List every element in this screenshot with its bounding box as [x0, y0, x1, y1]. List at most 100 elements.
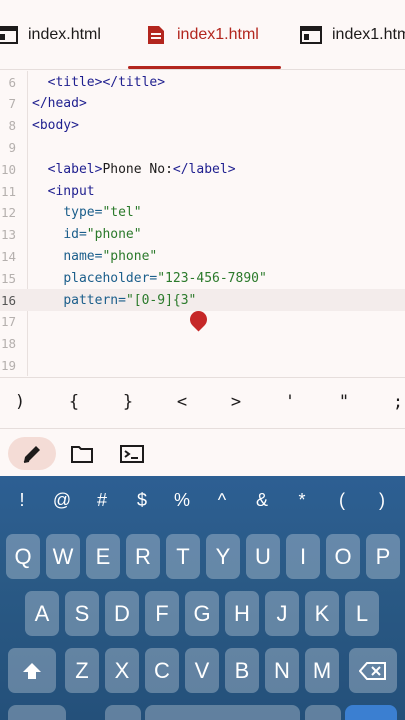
backspace-key[interactable] [349, 648, 397, 693]
tab-index1-html-active[interactable]: index1.html [145, 0, 259, 69]
key-z[interactable]: Z [65, 648, 99, 693]
code-line[interactable]: 13 id="phone" [0, 224, 405, 246]
enter-key[interactable] [345, 705, 397, 720]
edit-tool-button[interactable] [8, 437, 56, 470]
code-line[interactable]: 18 [0, 333, 405, 355]
symbol-key[interactable]: < [170, 392, 194, 412]
space-key[interactable] [145, 705, 300, 720]
line-number: 7 [8, 96, 16, 112]
code-text: id="phone" [32, 227, 141, 243]
code-line[interactable]: 7 </head> [0, 93, 405, 115]
key-y[interactable]: Y [206, 534, 240, 579]
pencil-icon [23, 445, 40, 463]
code-text: <input [32, 184, 95, 199]
key-d[interactable]: D [105, 591, 139, 636]
tab-label: index1.html [332, 26, 405, 43]
code-line[interactable]: 14 name="phone" [0, 245, 405, 267]
keyboard-symbol-key[interactable]: ^ [206, 490, 238, 511]
code-line[interactable]: 15 placeholder="123-456-7890" [0, 267, 405, 289]
code-text: placeholder="123-456-7890" [32, 271, 267, 286]
keyboard-symbol-key[interactable]: ! [6, 490, 38, 511]
code-text: <body> [32, 118, 79, 133]
keyboard-symbol-key[interactable]: ( [326, 490, 358, 511]
terminal-tool-button[interactable] [108, 437, 156, 470]
key-f[interactable]: F [145, 591, 179, 636]
symbol-key[interactable]: { [62, 392, 86, 412]
keyboard-symbol-key[interactable]: * [286, 490, 318, 511]
key-t[interactable]: T [166, 534, 200, 579]
key-x[interactable]: X [105, 648, 139, 693]
symbol-key[interactable]: ' [278, 392, 302, 412]
keyboard-symbol-key[interactable]: $ [126, 490, 158, 511]
shift-arrow-icon [23, 662, 41, 679]
code-line[interactable]: 12 type="tel" [0, 202, 405, 224]
key-j[interactable]: J [265, 591, 299, 636]
key-l[interactable]: L [345, 591, 379, 636]
key-e[interactable]: E [86, 534, 120, 579]
code-token: name= [63, 248, 103, 264]
shift-key[interactable] [8, 648, 56, 693]
code-token: id= [63, 227, 87, 243]
code-token: <input [47, 183, 95, 199]
folder-icon [71, 445, 93, 463]
key-c[interactable]: C [145, 648, 179, 693]
files-tool-button[interactable] [58, 437, 106, 470]
key-r[interactable]: R [126, 534, 160, 579]
keyboard-symbol-key[interactable]: @ [46, 490, 78, 511]
key-w[interactable]: W [46, 534, 80, 579]
line-number: 15 [0, 270, 16, 286]
key-q[interactable]: Q [6, 534, 40, 579]
code-token: placeholder= [63, 270, 158, 286]
code-token: "123-456-7890" [157, 270, 267, 286]
key-n[interactable]: N [265, 648, 299, 693]
code-token: </label> [172, 161, 236, 177]
key-o[interactable]: O [326, 534, 360, 579]
symbol-key[interactable]: > [224, 392, 248, 412]
code-text: <label>Phone No:</label> [32, 162, 236, 177]
keyboard-symbol-key[interactable]: & [246, 490, 278, 511]
active-tab-indicator [128, 66, 281, 69]
keyboard-symbol-key[interactable]: % [166, 490, 198, 511]
symbol-key[interactable]: ) [8, 392, 32, 412]
file-tab-bar: index.html index1.html index1.html [0, 0, 405, 70]
key-k[interactable]: K [305, 591, 339, 636]
code-line[interactable]: 10 <label>Phone No:</label> [0, 158, 405, 180]
key-v[interactable]: V [185, 648, 219, 693]
line-number: 8 [8, 118, 16, 134]
code-token: type= [63, 205, 103, 221]
key-m[interactable]: M [305, 648, 339, 693]
code-editor[interactable]: 6 <title></title> 7 </head> 8 <body> 9 10 <lab… [0, 71, 405, 376]
key-p[interactable]: P [366, 534, 400, 579]
key-s[interactable]: S [65, 591, 99, 636]
code-line[interactable]: 16 pattern="[0-9]{3" [0, 289, 405, 311]
code-token: <title></title> [47, 74, 166, 90]
code-line[interactable]: 9 [0, 136, 405, 158]
code-token: pattern= [63, 292, 126, 308]
tab-index-html[interactable]: index.html [0, 0, 101, 69]
code-line[interactable]: 11 <input [0, 180, 405, 202]
code-line[interactable]: 19 [0, 354, 405, 376]
code-line[interactable]: 8 <body> [0, 115, 405, 137]
key-i[interactable]: I [286, 534, 320, 579]
code-line[interactable]: 6 <title></title> [0, 71, 405, 93]
key-a[interactable]: A [25, 591, 59, 636]
key-h[interactable]: H [225, 591, 259, 636]
period-key[interactable] [305, 705, 341, 720]
window-icon [300, 26, 322, 44]
symbols-switch-key[interactable] [8, 705, 66, 720]
keyboard-symbol-key[interactable]: ) [366, 490, 398, 511]
symbol-key[interactable]: " [332, 392, 356, 412]
symbol-key[interactable]: ; [386, 392, 405, 412]
tab-index1-html[interactable]: index1.html [300, 0, 405, 69]
globe-key[interactable] [105, 705, 141, 720]
key-u[interactable]: U [246, 534, 280, 579]
key-b[interactable]: B [225, 648, 259, 693]
editor-toolbar [0, 430, 405, 476]
document-icon [148, 26, 164, 44]
window-icon [0, 26, 18, 44]
key-g[interactable]: G [185, 591, 219, 636]
symbol-key[interactable]: } [116, 392, 140, 412]
keyboard-symbol-key[interactable]: # [86, 490, 118, 511]
code-text: type="tel" [32, 205, 141, 221]
line-number: 12 [0, 205, 16, 221]
